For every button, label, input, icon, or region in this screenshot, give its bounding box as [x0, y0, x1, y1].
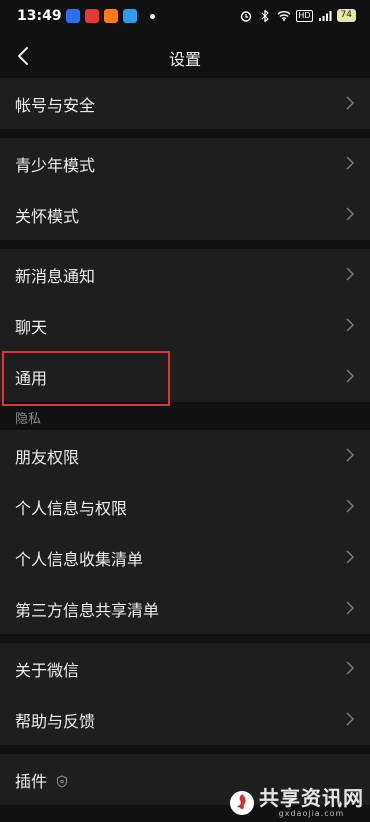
battery-indicator: 74: [336, 9, 356, 22]
row-label: 插件: [15, 768, 68, 792]
row-label: 新消息通知: [15, 267, 96, 286]
section-gap: [0, 240, 370, 249]
settings-row-teen-mode[interactable]: 青少年模式: [0, 138, 370, 189]
page-title: 设置: [168, 50, 201, 69]
settings-row-third-party-sharing[interactable]: 第三方信息共享清单: [0, 583, 370, 634]
chevron-right-icon: [345, 155, 355, 171]
chevron-right-icon: [345, 95, 355, 111]
row-label: 帮助与反馈: [15, 712, 96, 731]
chevron-right-icon: [345, 206, 355, 222]
watermark-text: 共享资讯网 gxdaojia.com: [259, 787, 364, 818]
signal-icon: [318, 10, 332, 22]
row-label: 第三方信息共享清单: [15, 601, 160, 620]
row-label: 个人信息与权限: [15, 499, 128, 518]
more-notifications-dot-icon: [150, 13, 155, 19]
settings-row-personal-info-permissions[interactable]: 个人信息与权限: [0, 481, 370, 532]
watermark-title: 共享资讯网: [259, 786, 364, 810]
privacy-section-header: 隐私: [0, 402, 370, 430]
app-icon-blue: [66, 9, 80, 23]
app-icon-red: [85, 9, 99, 23]
chevron-right-icon: [345, 317, 355, 333]
chevron-right-icon: [345, 266, 355, 282]
app-icon-lightblue: [123, 9, 137, 23]
chevron-right-icon: [345, 600, 355, 616]
settings-row-about-wechat[interactable]: 关于微信: [0, 643, 370, 694]
status-bar: 13:49 HD 74: [0, 0, 370, 34]
chevron-right-icon: [345, 368, 355, 384]
settings-row-friend-permissions[interactable]: 朋友权限: [0, 430, 370, 481]
plugins-label: 插件: [15, 772, 48, 791]
highlight-box: [2, 351, 170, 406]
status-time: 13:49: [17, 8, 62, 24]
row-label: 关于微信: [15, 661, 80, 680]
chevron-right-icon: [345, 711, 355, 727]
chevron-right-icon: [345, 447, 355, 463]
section-gap: [0, 745, 370, 754]
status-indicators: HD 74: [239, 9, 356, 22]
settings-row-new-message-notification[interactable]: 新消息通知: [0, 249, 370, 300]
settings-row-chat[interactable]: 聊天: [0, 300, 370, 351]
watermark-logo-icon: [229, 790, 255, 816]
settings-row-account-security[interactable]: 帐号与安全: [0, 78, 370, 129]
row-label: 关怀模式: [15, 207, 80, 226]
row-label: 帐号与安全: [15, 96, 96, 115]
chevron-right-icon: [345, 660, 355, 676]
shield-icon: [56, 773, 68, 792]
nav-bar: 设置: [0, 34, 370, 78]
settings-row-personal-info-collection[interactable]: 个人信息收集清单: [0, 532, 370, 583]
settings-row-help-feedback[interactable]: 帮助与反馈: [0, 694, 370, 745]
watermark: 共享资讯网 gxdaojia.com: [229, 787, 364, 818]
row-label: 个人信息收集清单: [15, 550, 144, 569]
alarm-icon: [239, 10, 253, 22]
row-label: 朋友权限: [15, 448, 80, 467]
section-header-label: 隐私: [15, 412, 42, 427]
row-label: 聊天: [15, 318, 48, 337]
bluetooth-icon: [258, 9, 272, 22]
chevron-right-icon: [345, 549, 355, 565]
notification-icons: [66, 9, 155, 23]
section-gap: [0, 634, 370, 643]
hd-icon: HD: [296, 9, 313, 22]
chevron-right-icon: [345, 498, 355, 514]
wifi-icon: [277, 10, 291, 22]
watermark-url: gxdaojia.com: [278, 809, 345, 818]
section-gap: [0, 129, 370, 138]
row-label: 青少年模式: [15, 156, 96, 175]
settings-row-care-mode[interactable]: 关怀模式: [0, 189, 370, 240]
app-icon-orange: [104, 9, 118, 23]
